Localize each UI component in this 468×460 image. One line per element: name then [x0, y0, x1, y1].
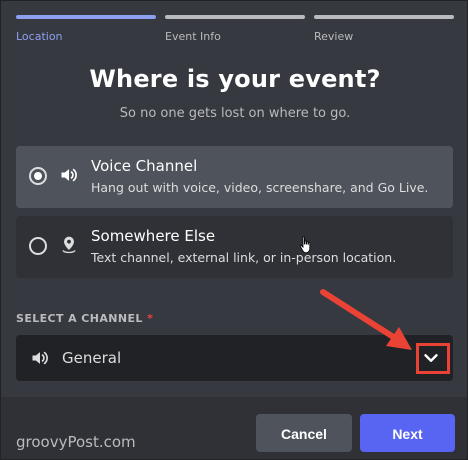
- step-review[interactable]: Review: [314, 15, 454, 43]
- option-somewhere-else[interactable]: Somewhere Else Text channel, external li…: [16, 216, 453, 278]
- step-label: Review: [314, 30, 354, 43]
- annotation-highlight-box: [416, 343, 450, 374]
- cancel-button[interactable]: Cancel: [256, 414, 352, 452]
- required-asterisk: *: [147, 312, 154, 325]
- option-title: Voice Channel: [91, 157, 198, 175]
- option-description: Text channel, external link, or in-perso…: [91, 250, 397, 265]
- select-channel-label-text: SELECT A CHANNEL: [16, 312, 143, 325]
- step-location[interactable]: Location: [16, 15, 156, 43]
- stepper: Location Event Info Review: [16, 15, 454, 45]
- page-title: Where is your event?: [89, 65, 381, 93]
- speaker-icon: [32, 351, 48, 365]
- hand-cursor-icon: [299, 236, 311, 254]
- selected-channel-value: General: [62, 349, 122, 367]
- select-channel-label: SELECT A CHANNEL *: [16, 312, 153, 325]
- watermark: groovyPost.com: [16, 433, 136, 451]
- speaker-icon: [61, 168, 77, 182]
- step-progress-bar: [314, 15, 454, 19]
- radio-button[interactable]: [29, 167, 47, 185]
- step-label: Location: [16, 30, 63, 43]
- option-voice-channel[interactable]: Voice Channel Hang out with voice, video…: [16, 146, 453, 208]
- radio-button[interactable]: [29, 237, 47, 255]
- step-progress-bar: [16, 15, 156, 19]
- option-title: Somewhere Else: [91, 227, 216, 245]
- location-pin-icon: [62, 236, 76, 254]
- create-event-modal: Location Event Info Review Where is your…: [0, 0, 468, 460]
- page-subtitle: So no one gets lost on where to go.: [119, 106, 351, 121]
- step-label: Event Info: [165, 30, 221, 43]
- next-button[interactable]: Next: [360, 414, 455, 452]
- step-event-info[interactable]: Event Info: [165, 15, 305, 43]
- option-description: Hang out with voice, video, screenshare,…: [91, 180, 429, 195]
- step-progress-bar: [165, 15, 305, 19]
- channel-select[interactable]: General: [16, 335, 453, 381]
